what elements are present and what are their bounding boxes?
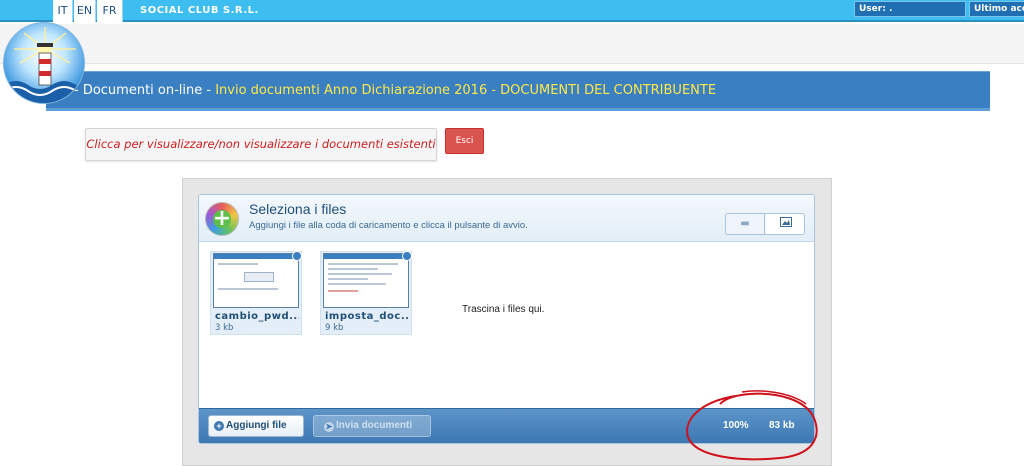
- send-documents-button[interactable]: ➤ Invia documenti: [313, 415, 431, 437]
- language-fr[interactable]: FR: [97, 0, 123, 22]
- upload-percent: 100%: [723, 420, 749, 431]
- file-preview: [213, 253, 299, 308]
- page-title-highlight: Invio documenti Anno Dichiarazione 2016 …: [215, 83, 717, 98]
- lighthouse-logo: [3, 22, 85, 104]
- file-name: cambio_pwd....: [215, 311, 299, 322]
- uploader-header: + Seleziona i files Aggiungi i file alla…: [199, 195, 814, 242]
- list-view-icon[interactable]: ▬: [726, 214, 765, 234]
- last-access: Ultimo acce: [969, 1, 1024, 17]
- toggle-existing-documents-button[interactable]: Clicca per visualizzare/non visualizzare…: [85, 128, 437, 161]
- uploader-footer: + Aggiungi file ➤ Invia documenti 100% 83 …: [199, 408, 814, 443]
- file-uploader: + Seleziona i files Aggiungi i file alla…: [198, 194, 815, 444]
- file-thumbnail[interactable]: imposta_doc.... 9 kb: [320, 251, 412, 335]
- upload-total-size: 83 kb: [769, 420, 795, 431]
- page-title-bar: - Documenti on-line - Invio documenti An…: [46, 71, 990, 111]
- remove-file-icon[interactable]: [402, 251, 412, 261]
- view-mode-toggle: ▬: [725, 213, 805, 235]
- page-title-prefix: - Documenti on-line -: [74, 83, 216, 98]
- plus-circle-icon: +: [214, 421, 224, 431]
- file-size: 3 kb: [215, 323, 234, 333]
- remove-file-icon[interactable]: [292, 251, 302, 261]
- add-file-label: Aggiungi file: [226, 420, 287, 431]
- arrow-circle-icon: ➤: [324, 422, 334, 432]
- user-value: .: [888, 4, 893, 14]
- company-name: SOCIAL CLUB S.R.L.: [140, 5, 259, 16]
- user-box: User: .: [854, 1, 966, 17]
- thumbnail-view-icon[interactable]: [766, 214, 804, 234]
- file-size: 9 kb: [325, 323, 344, 333]
- add-files-icon: +: [205, 202, 239, 236]
- user-label: User:: [859, 4, 886, 14]
- drop-message: Trascina i files qui.: [462, 304, 545, 315]
- exit-button[interactable]: Esci: [445, 128, 484, 154]
- top-bar: IT EN FR SOCIAL CLUB S.R.L. User: . Ulti…: [0, 0, 1024, 22]
- uploader-title: Seleziona i files: [249, 201, 347, 217]
- file-thumbnail[interactable]: cambio_pwd.... 3 kb: [210, 251, 302, 335]
- redacted-username: [901, 2, 964, 11]
- language-it[interactable]: IT: [53, 0, 73, 22]
- file-preview: [323, 253, 409, 308]
- language-en[interactable]: EN: [74, 0, 96, 22]
- file-name: imposta_doc....: [325, 311, 409, 322]
- send-documents-label: Invia documenti: [336, 420, 413, 431]
- uploader-subtitle: Aggiungi i file alla coda di caricamento…: [249, 220, 528, 231]
- add-file-button[interactable]: + Aggiungi file: [208, 415, 304, 437]
- page-title: - Documenti on-line - Invio documenti An…: [74, 72, 716, 110]
- file-drop-area[interactable]: cambio_pwd.... 3 kb imposta_doc.... 9 kb…: [199, 243, 814, 408]
- header-band: [0, 24, 1024, 64]
